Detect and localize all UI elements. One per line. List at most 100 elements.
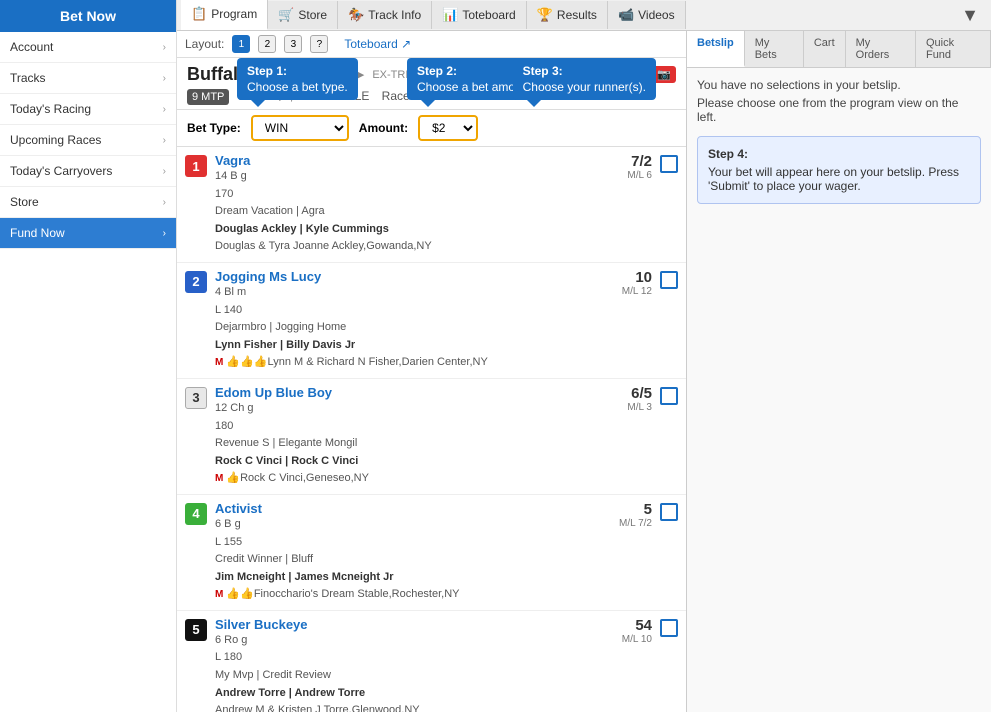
mtp-badge: 9 MTP (187, 89, 229, 105)
chevron-right-icon: › (163, 73, 166, 84)
betslip-empty-sub: Please choose one from the program view … (697, 96, 981, 124)
step1-body: Choose a bet type. (247, 80, 348, 94)
sidebar-item-tracks-label: Tracks (10, 71, 46, 85)
layout-bar: Layout: 1 2 3 ? Toteboard ↗ (177, 31, 686, 58)
runner-odds-2: 10 M/L 12 (592, 269, 652, 297)
store-icon: 🛒 (278, 7, 294, 23)
betslip-tab-my-orders[interactable]: My Orders (846, 31, 916, 67)
runner-name-5[interactable]: Silver Buckeye (215, 617, 584, 632)
amount-label: Amount: (359, 121, 408, 135)
runner-checkbox-1[interactable] (660, 155, 678, 173)
sidebar-item-todays-carryovers[interactable]: Today's Carryovers › (0, 156, 176, 187)
runner-row: 3 Edom Up Blue Boy 12 Ch g 180 Revenue S… (177, 379, 686, 495)
right-panel: Betslip My Bets Cart My Orders Quick Fun… (686, 31, 991, 712)
tab-results[interactable]: 🏆 Results (527, 1, 608, 29)
step4-box: Step 4: Your bet will appear here on you… (697, 136, 981, 204)
tab-store[interactable]: 🛒 Store (268, 1, 338, 29)
tab-store-label: Store (298, 8, 327, 22)
runner-info-3: Edom Up Blue Boy 12 Ch g 180 Revenue S |… (215, 385, 584, 488)
step4-title: Step 4: (708, 147, 970, 161)
runner-details-1: 14 B g 170 Dream Vacation | Agra Douglas… (215, 168, 584, 256)
runner-odds-4: 5 M/L 7/2 (592, 501, 652, 529)
bet-type-bar: Bet Type: WIN PLACE SHOW EXACTA TRIFECTA… (177, 110, 686, 147)
runner-name-3[interactable]: Edom Up Blue Boy (215, 385, 584, 400)
runner-checkbox-2[interactable] (660, 271, 678, 289)
runner-name-4[interactable]: Activist (215, 501, 584, 516)
step4-body: Your bet will appear here on your betsli… (708, 165, 970, 193)
runner-odds-1: 7/2 M/L 6 (592, 153, 652, 181)
runner-odds-5: 54 M/L 10 (592, 617, 652, 645)
amount-select[interactable]: $2 $5 $10 (418, 115, 478, 141)
runner-checkbox-5[interactable] (660, 619, 678, 637)
sidebar-item-account-label: Account (10, 40, 53, 54)
runner-checkbox-3[interactable] (660, 387, 678, 405)
sidebar-item-todays-carryovers-label: Today's Carryovers (10, 164, 112, 178)
toteboard-link[interactable]: Toteboard ↗ (344, 37, 411, 51)
runner-info-4: Activist 6 B g L 155 Credit Winner | Blu… (215, 501, 584, 604)
runner-number-1: 1 (185, 155, 207, 177)
sidebar-item-store-label: Store (10, 195, 39, 209)
runners-list: 1 Vagra 14 B g 170 Dream Vacation | Agra… (177, 147, 686, 712)
tab-toteboard[interactable]: 📊 Toteboard (432, 1, 527, 29)
runner-name-1[interactable]: Vagra (215, 153, 584, 168)
bet-type-select[interactable]: WIN PLACE SHOW EXACTA TRIFECTA (251, 115, 349, 141)
videos-icon: 📹 (618, 7, 634, 23)
layout-btn-help[interactable]: ? (310, 35, 328, 53)
runner-number-3: 3 (185, 387, 207, 409)
tab-track-info[interactable]: 🏇 Track Info (338, 1, 432, 29)
betslip-tab-my-bets[interactable]: My Bets (745, 31, 804, 67)
sidebar-item-upcoming-races[interactable]: Upcoming Races › (0, 125, 176, 156)
tab-track-info-label: Track Info (368, 8, 421, 22)
layout-btn-1[interactable]: 1 (232, 35, 250, 53)
runner-details-4: 6 B g L 155 Credit Winner | Bluff Jim Mc… (215, 516, 584, 604)
track-icon: 🏇 (348, 7, 364, 23)
betslip-content: You have no selections in your betslip. … (687, 68, 991, 712)
chevron-right-icon: › (163, 197, 166, 208)
runner-details-3: 12 Ch g 180 Revenue S | Elegante Mongil … (215, 400, 584, 488)
betslip-empty-msg: You have no selections in your betslip. (697, 78, 981, 92)
sidebar-header: Bet Now (0, 0, 176, 32)
sidebar-item-account[interactable]: Account › (0, 32, 176, 63)
runner-details-5: 6 Ro g L 180 My Mvp | Credit Review Andr… (215, 632, 584, 712)
runner-row: 1 Vagra 14 B g 170 Dream Vacation | Agra… (177, 147, 686, 263)
runner-details-2: 4 Bl m L 140 Dejarmbro | Jogging Home Ly… (215, 284, 584, 372)
sidebar-item-store[interactable]: Store › (0, 187, 176, 218)
tab-videos[interactable]: 📹 Videos (608, 1, 686, 29)
results-icon: 🏆 (537, 7, 553, 23)
chevron-right-icon: › (163, 42, 166, 53)
layout-btn-2[interactable]: 2 (258, 35, 276, 53)
step3-tooltip: Step 3: Choose your runner(s). (513, 58, 656, 100)
betslip-tab-quick-fund[interactable]: Quick Fund (916, 31, 991, 67)
sidebar-item-tracks[interactable]: Tracks › (0, 63, 176, 94)
layout-label: Layout: (185, 37, 224, 51)
chevron-right-icon: › (163, 135, 166, 146)
sidebar-item-fund-now-label: Fund Now (10, 226, 65, 240)
betslip-tab-betslip[interactable]: Betslip (687, 31, 745, 67)
program-icon: 📋 (191, 6, 207, 22)
layout-btn-3[interactable]: 3 (284, 35, 302, 53)
chevron-right-icon: › (163, 166, 166, 177)
runner-number-5: 5 (185, 619, 207, 641)
nav-dropdown-button[interactable]: ▼ (953, 1, 987, 30)
runner-name-2[interactable]: Jogging Ms Lucy (215, 269, 584, 284)
betslip-tab-cart[interactable]: Cart (804, 31, 846, 67)
bet-type-label: Bet Type: (187, 121, 241, 135)
chevron-right-icon: › (163, 104, 166, 115)
tab-program[interactable]: 📋 Program (181, 0, 268, 30)
runner-checkbox-4[interactable] (660, 503, 678, 521)
tab-results-label: Results (557, 8, 597, 22)
step1-title: Step 1: (247, 64, 348, 78)
race-label: Race (382, 89, 410, 103)
sidebar-item-fund-now[interactable]: Fund Now › (0, 218, 176, 249)
runner-info-1: Vagra 14 B g 170 Dream Vacation | Agra D… (215, 153, 584, 256)
sidebar-item-todays-racing[interactable]: Today's Racing › (0, 94, 176, 125)
runner-row: 4 Activist 6 B g L 155 Credit Winner | B… (177, 495, 686, 611)
sidebar-item-todays-racing-label: Today's Racing (10, 102, 91, 116)
tab-toteboard-label: Toteboard (462, 8, 515, 22)
tab-videos-label: Videos (638, 8, 674, 22)
toteboard-icon: 📊 (442, 7, 458, 23)
runner-number-2: 2 (185, 271, 207, 293)
runner-row: 5 Silver Buckeye 6 Ro g L 180 My Mvp | C… (177, 611, 686, 712)
top-navigation: 📋 Program 🛒 Store 🏇 Track Info 📊 Toteboa… (177, 0, 991, 31)
runner-row: 2 Jogging Ms Lucy 4 Bl m L 140 Dejarmbro… (177, 263, 686, 379)
